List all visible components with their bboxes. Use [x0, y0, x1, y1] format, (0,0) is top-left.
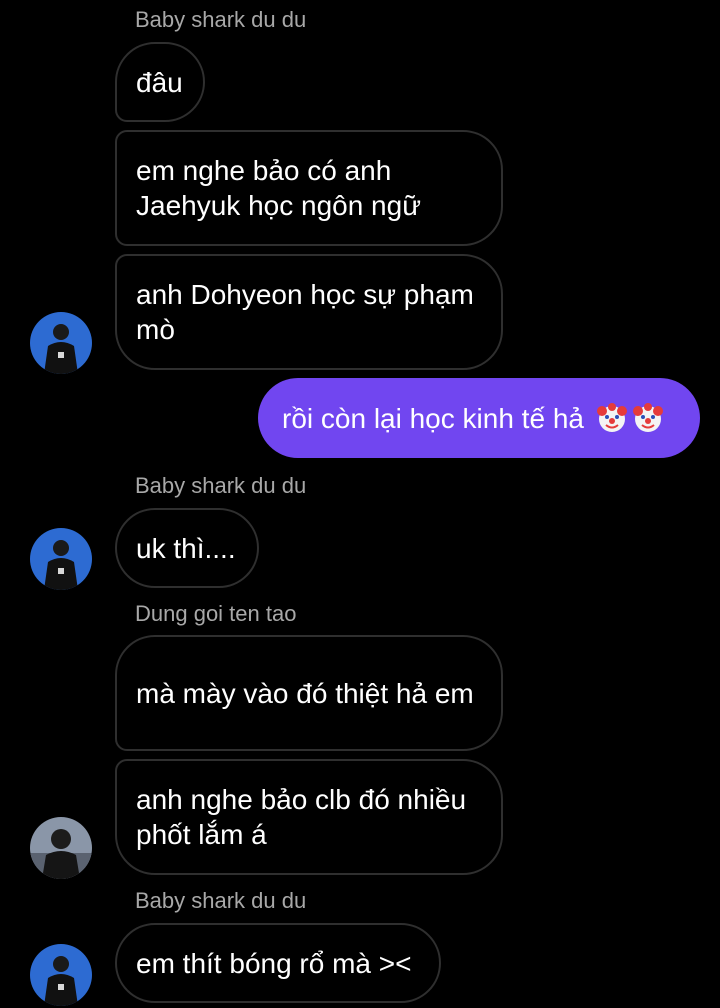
avatar[interactable]	[30, 944, 92, 1006]
message-text: em nghe bảo có anh Jaehyuk học ngôn ngữ	[136, 155, 421, 221]
message-text: anh nghe bảo clb đó nhiều phốt lắm á	[136, 784, 467, 850]
message-text: em thít bóng rổ mà ><	[136, 947, 412, 979]
incoming-message[interactable]: em nghe bảo có anh Jaehyuk học ngôn ngữ	[115, 130, 503, 246]
message-text: anh Dohyeon học sự phạm mò	[136, 279, 474, 345]
avatar-photo	[30, 312, 92, 374]
sender-name: Baby shark du du	[135, 473, 307, 498]
sender-name: Dung goi ten tao	[135, 601, 297, 626]
message-text: uk thì....	[136, 532, 236, 564]
incoming-message[interactable]: anh Dohyeon học sự phạm mò	[115, 254, 503, 370]
outgoing-message[interactable]: rồi còn lại học kinh tế hả	[258, 378, 700, 458]
avatar[interactable]	[30, 817, 92, 879]
message-text: đâu	[136, 66, 183, 98]
incoming-message[interactable]: mà mày vào đó thiệt hả em	[115, 635, 503, 751]
incoming-message[interactable]: em thít bóng rổ mà ><	[115, 923, 441, 1003]
avatar-photo	[30, 944, 92, 1006]
message-text: rồi còn lại học kinh tế hả	[282, 401, 664, 436]
clown-face-icon	[632, 402, 663, 432]
incoming-message[interactable]: anh nghe bảo clb đó nhiều phốt lắm á	[115, 759, 503, 875]
sender-name: Baby shark du du	[135, 7, 307, 32]
avatar[interactable]	[30, 312, 92, 374]
message-text: mà mày vào đó thiệt hả em	[136, 677, 474, 709]
avatar-photo	[30, 528, 92, 590]
clown-face-icon	[596, 402, 627, 432]
incoming-message[interactable]: uk thì....	[115, 508, 259, 588]
avatar[interactable]	[30, 528, 92, 590]
sender-name: Baby shark du du	[135, 888, 307, 913]
avatar-photo	[30, 817, 92, 879]
incoming-message[interactable]: đâu	[115, 42, 205, 122]
